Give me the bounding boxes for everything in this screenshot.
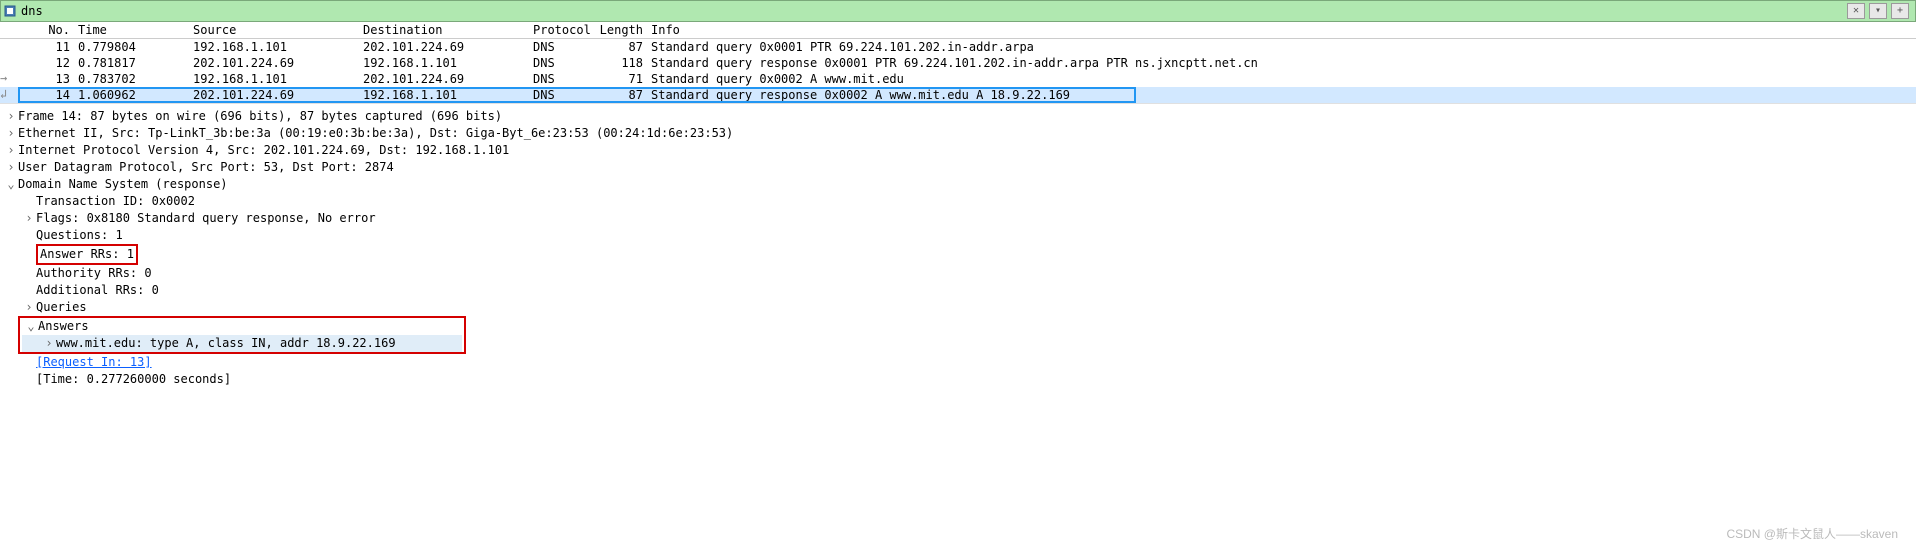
current-packet-icon: ↲: [0, 87, 18, 101]
highlight-box-answers: ⌄Answers ›www.mit.edu: type A, class IN,…: [18, 316, 466, 354]
tree-dns[interactable]: ⌄Domain Name System (response): [4, 176, 1916, 193]
cell-info: Standard query response 0x0002 A www.mit…: [651, 88, 1916, 102]
display-filter-input[interactable]: [21, 4, 1843, 18]
tree-label: Internet Protocol Version 4, Src: 202.10…: [18, 142, 509, 159]
tree-label: Answer RRs: 1: [40, 247, 134, 261]
tree-label: Frame 14: 87 bytes on wire (696 bits), 8…: [18, 108, 502, 125]
cell-time: 0.779804: [78, 40, 193, 54]
tree-label: User Datagram Protocol, Src Port: 53, Ds…: [18, 159, 394, 176]
cell-dst: 192.168.1.101: [363, 56, 533, 70]
tree-label: Answers: [38, 318, 89, 335]
filter-dropdown-button[interactable]: ▾: [1869, 3, 1887, 19]
tree-request-in[interactable]: ·[Request In: 13]: [4, 354, 1916, 371]
cell-time: 1.060962: [78, 88, 193, 102]
highlight-box: Answer RRs: 1: [36, 244, 138, 265]
tree-label: Questions: 1: [36, 227, 123, 244]
tree-label: [Time: 0.277260000 seconds]: [36, 371, 231, 388]
tree-ip[interactable]: ›Internet Protocol Version 4, Src: 202.1…: [4, 142, 1916, 159]
col-header-src[interactable]: Source: [193, 23, 363, 37]
tree-response-time[interactable]: ·[Time: 0.277260000 seconds]: [4, 371, 1916, 388]
packet-row[interactable]: 12 0.781817 202.101.224.69 192.168.1.101…: [0, 55, 1916, 71]
cell-src: 192.168.1.101: [193, 40, 363, 54]
tree-label: Queries: [36, 299, 87, 316]
tree-queries[interactable]: ›Queries: [4, 299, 1916, 316]
col-header-proto[interactable]: Protocol: [533, 23, 598, 37]
tree-link[interactable]: [Request In: 13]: [36, 354, 152, 371]
packet-list-header: No. Time Source Destination Protocol Len…: [0, 22, 1916, 39]
bookmark-icon[interactable]: [3, 4, 17, 18]
cell-time: 0.783702: [78, 72, 193, 86]
packet-row[interactable]: 11 0.779804 192.168.1.101 202.101.224.69…: [0, 39, 1916, 55]
cell-len: 87: [598, 88, 651, 102]
tree-label: Domain Name System (response): [18, 176, 228, 193]
cell-dst: 202.101.224.69: [363, 72, 533, 86]
tree-label: Transaction ID: 0x0002: [36, 193, 195, 210]
display-filter-bar[interactable]: ✕ ▾ +: [0, 0, 1916, 22]
cell-dst: 192.168.1.101: [363, 88, 533, 102]
tree-udp[interactable]: ›User Datagram Protocol, Src Port: 53, D…: [4, 159, 1916, 176]
cell-time: 0.781817: [78, 56, 193, 70]
caret-right-icon[interactable]: ›: [4, 142, 18, 159]
packet-row-selected[interactable]: ↲ 14 1.060962 202.101.224.69 192.168.1.1…: [0, 87, 1916, 103]
caret-right-icon[interactable]: ›: [42, 335, 56, 352]
tree-questions[interactable]: ·Questions: 1: [4, 227, 1916, 244]
tree-answer-record[interactable]: ›www.mit.edu: type A, class IN, addr 18.…: [22, 335, 462, 352]
caret-right-icon[interactable]: ›: [22, 299, 36, 316]
cell-info: Standard query response 0x0001 PTR 69.22…: [651, 56, 1916, 70]
caret-right-icon[interactable]: ›: [4, 159, 18, 176]
tree-answer-rrs[interactable]: ·Answer RRs: 1: [4, 244, 1916, 265]
cell-dst: 202.101.224.69: [363, 40, 533, 54]
add-filter-button[interactable]: +: [1891, 3, 1909, 19]
tree-frame[interactable]: ›Frame 14: 87 bytes on wire (696 bits), …: [4, 108, 1916, 125]
cell-len: 87: [598, 40, 651, 54]
col-header-time[interactable]: Time: [78, 23, 193, 37]
tree-label: Flags: 0x8180 Standard query response, N…: [36, 210, 376, 227]
tree-flags[interactable]: ›Flags: 0x8180 Standard query response, …: [4, 210, 1916, 227]
cell-no: 11: [0, 40, 78, 54]
tree-label: Authority RRs: 0: [36, 265, 152, 282]
caret-down-icon[interactable]: ⌄: [4, 176, 18, 193]
tree-label: Additional RRs: 0: [36, 282, 159, 299]
tree-transaction-id[interactable]: ·Transaction ID: 0x0002: [4, 193, 1916, 210]
packet-row[interactable]: → 13 0.783702 192.168.1.101 202.101.224.…: [0, 71, 1916, 87]
cell-info: Standard query 0x0002 A www.mit.edu: [651, 72, 1916, 86]
related-packet-icon: →: [0, 71, 18, 85]
cell-proto: DNS: [533, 40, 598, 54]
tree-ethernet[interactable]: ›Ethernet II, Src: Tp-LinkT_3b:be:3a (00…: [4, 125, 1916, 142]
cell-no: 12: [0, 56, 78, 70]
caret-down-icon[interactable]: ⌄: [24, 318, 38, 335]
tree-authority-rrs[interactable]: ·Authority RRs: 0: [4, 265, 1916, 282]
col-header-info[interactable]: Info: [651, 23, 1916, 37]
tree-label: Ethernet II, Src: Tp-LinkT_3b:be:3a (00:…: [18, 125, 733, 142]
cell-src: 202.101.224.69: [193, 88, 363, 102]
tree-additional-rrs[interactable]: ·Additional RRs: 0: [4, 282, 1916, 299]
cell-src: 192.168.1.101: [193, 72, 363, 86]
watermark: CSDN @斯卡文鼠人——skaven: [1726, 525, 1898, 542]
packet-details-tree[interactable]: ›Frame 14: 87 bytes on wire (696 bits), …: [0, 103, 1916, 396]
cell-proto: DNS: [533, 88, 598, 102]
packet-list[interactable]: 11 0.779804 192.168.1.101 202.101.224.69…: [0, 39, 1916, 103]
col-header-no[interactable]: No.: [0, 23, 78, 37]
clear-filter-button[interactable]: ✕: [1847, 3, 1865, 19]
tree-label: www.mit.edu: type A, class IN, addr 18.9…: [56, 335, 396, 352]
cell-len: 71: [598, 72, 651, 86]
cell-src: 202.101.224.69: [193, 56, 363, 70]
cell-proto: DNS: [533, 72, 598, 86]
cell-len: 118: [598, 56, 651, 70]
caret-right-icon[interactable]: ›: [4, 125, 18, 142]
tree-answers[interactable]: ⌄Answers: [22, 318, 462, 335]
caret-right-icon[interactable]: ›: [4, 108, 18, 125]
caret-right-icon[interactable]: ›: [22, 210, 36, 227]
cell-info: Standard query 0x0001 PTR 69.224.101.202…: [651, 40, 1916, 54]
cell-proto: DNS: [533, 56, 598, 70]
col-header-dst[interactable]: Destination: [363, 23, 533, 37]
col-header-len[interactable]: Length: [598, 23, 651, 37]
